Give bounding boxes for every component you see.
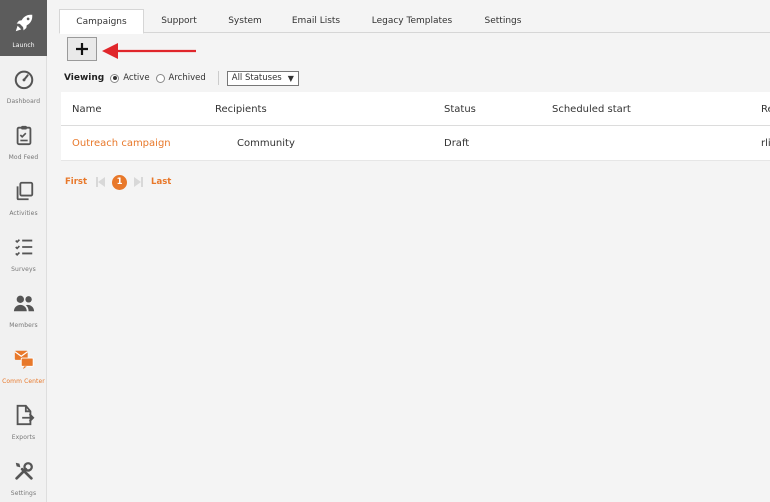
sidebar-item-comm-center[interactable]: Comm Center xyxy=(0,336,47,392)
sidebar-item-exports[interactable]: Exports xyxy=(0,392,47,448)
add-campaign-button[interactable] xyxy=(67,37,97,61)
sidebar-item-label: Exports xyxy=(11,434,36,441)
campaign-name-link[interactable]: Outreach campaign xyxy=(72,126,171,161)
sidebar-item-label: Launch xyxy=(12,42,35,49)
sidebar-item-label: Settings xyxy=(10,490,37,497)
prev-page-icon[interactable] xyxy=(95,176,107,188)
column-header-status[interactable]: Status xyxy=(444,92,476,126)
tab-campaigns[interactable]: Campaigns xyxy=(59,9,144,34)
column-header-name[interactable]: Name xyxy=(72,92,102,126)
sidebar-item-label: Comm Center xyxy=(2,378,45,385)
sidebar-item-label: Surveys xyxy=(11,266,36,273)
export-icon xyxy=(16,404,34,426)
sidebar-item-label: Mod Feed xyxy=(8,154,39,161)
clipboard-icon xyxy=(16,125,31,146)
gauge-icon xyxy=(14,70,33,90)
people-icon xyxy=(13,295,34,312)
sidebar-item-activities[interactable]: Activities xyxy=(0,168,47,224)
plus-icon xyxy=(76,43,88,55)
tab-bar: Campaigns Support System Email Lists Leg… xyxy=(59,9,770,34)
sidebar-item-settings[interactable]: Settings xyxy=(0,448,47,502)
rocket-icon xyxy=(15,14,32,32)
sidebar-item-label: Dashboard xyxy=(6,98,41,105)
recipients-cell: Community xyxy=(237,138,295,149)
active-radio-label: Active xyxy=(123,73,150,83)
sidebar-item-label: Activities xyxy=(9,210,38,217)
extra-cell: rli xyxy=(761,138,770,149)
tools-icon xyxy=(14,462,33,480)
caret-down-icon: ▼ xyxy=(287,73,294,83)
sidebar-item-members[interactable]: Members xyxy=(0,280,47,336)
mail-chat-icon xyxy=(13,350,34,370)
viewing-label: Viewing xyxy=(64,73,105,83)
viewing-filter: Viewing Active Archived All Statuses ▼ xyxy=(64,70,299,86)
table-header: Name Recipients Status Scheduled start R… xyxy=(61,92,770,126)
next-page-icon[interactable] xyxy=(132,176,144,188)
table-row[interactable]: Outreach campaign Community Draft rli xyxy=(61,126,770,161)
annotation-arrow-icon xyxy=(102,43,196,59)
status-select-value: All Statuses xyxy=(231,73,282,83)
archived-radio[interactable] xyxy=(155,73,165,83)
status-select[interactable]: All Statuses ▼ xyxy=(226,70,299,86)
tab-legacy-templates[interactable]: Legacy Templates xyxy=(361,9,463,33)
tab-support[interactable]: Support xyxy=(149,9,209,33)
archived-radio-label: Archived xyxy=(168,73,206,83)
current-page[interactable]: 1 xyxy=(112,174,128,190)
pagination: First 1 Last xyxy=(65,174,171,190)
sidebar-item-label: Members xyxy=(9,322,38,329)
tab-system[interactable]: System xyxy=(215,9,275,33)
column-header-recipients[interactable]: Recipients xyxy=(215,92,267,126)
sidebar-item-mod-feed[interactable]: Mod Feed xyxy=(0,112,47,168)
copy-icon xyxy=(16,181,33,201)
active-radio[interactable] xyxy=(110,73,120,83)
sidebar-item-dashboard[interactable]: Dashboard xyxy=(0,56,47,112)
sidebar: Launch Dashboard Mod Feed Activities Sur… xyxy=(0,0,47,502)
campaigns-table: Name Recipients Status Scheduled start R… xyxy=(61,92,770,161)
last-page-link[interactable]: Last xyxy=(151,177,171,187)
status-cell: Draft xyxy=(444,138,470,149)
divider xyxy=(217,71,219,85)
column-header-scheduled-start[interactable]: Scheduled start xyxy=(552,92,631,126)
first-page-link[interactable]: First xyxy=(65,177,87,187)
tab-settings[interactable]: Settings xyxy=(475,9,531,33)
sidebar-item-launch[interactable]: Launch xyxy=(0,0,47,56)
sidebar-item-surveys[interactable]: Surveys xyxy=(0,224,47,280)
column-header-extra[interactable]: Re xyxy=(761,92,770,126)
tab-email-lists[interactable]: Email Lists xyxy=(283,9,349,33)
checklist-icon xyxy=(14,239,32,256)
